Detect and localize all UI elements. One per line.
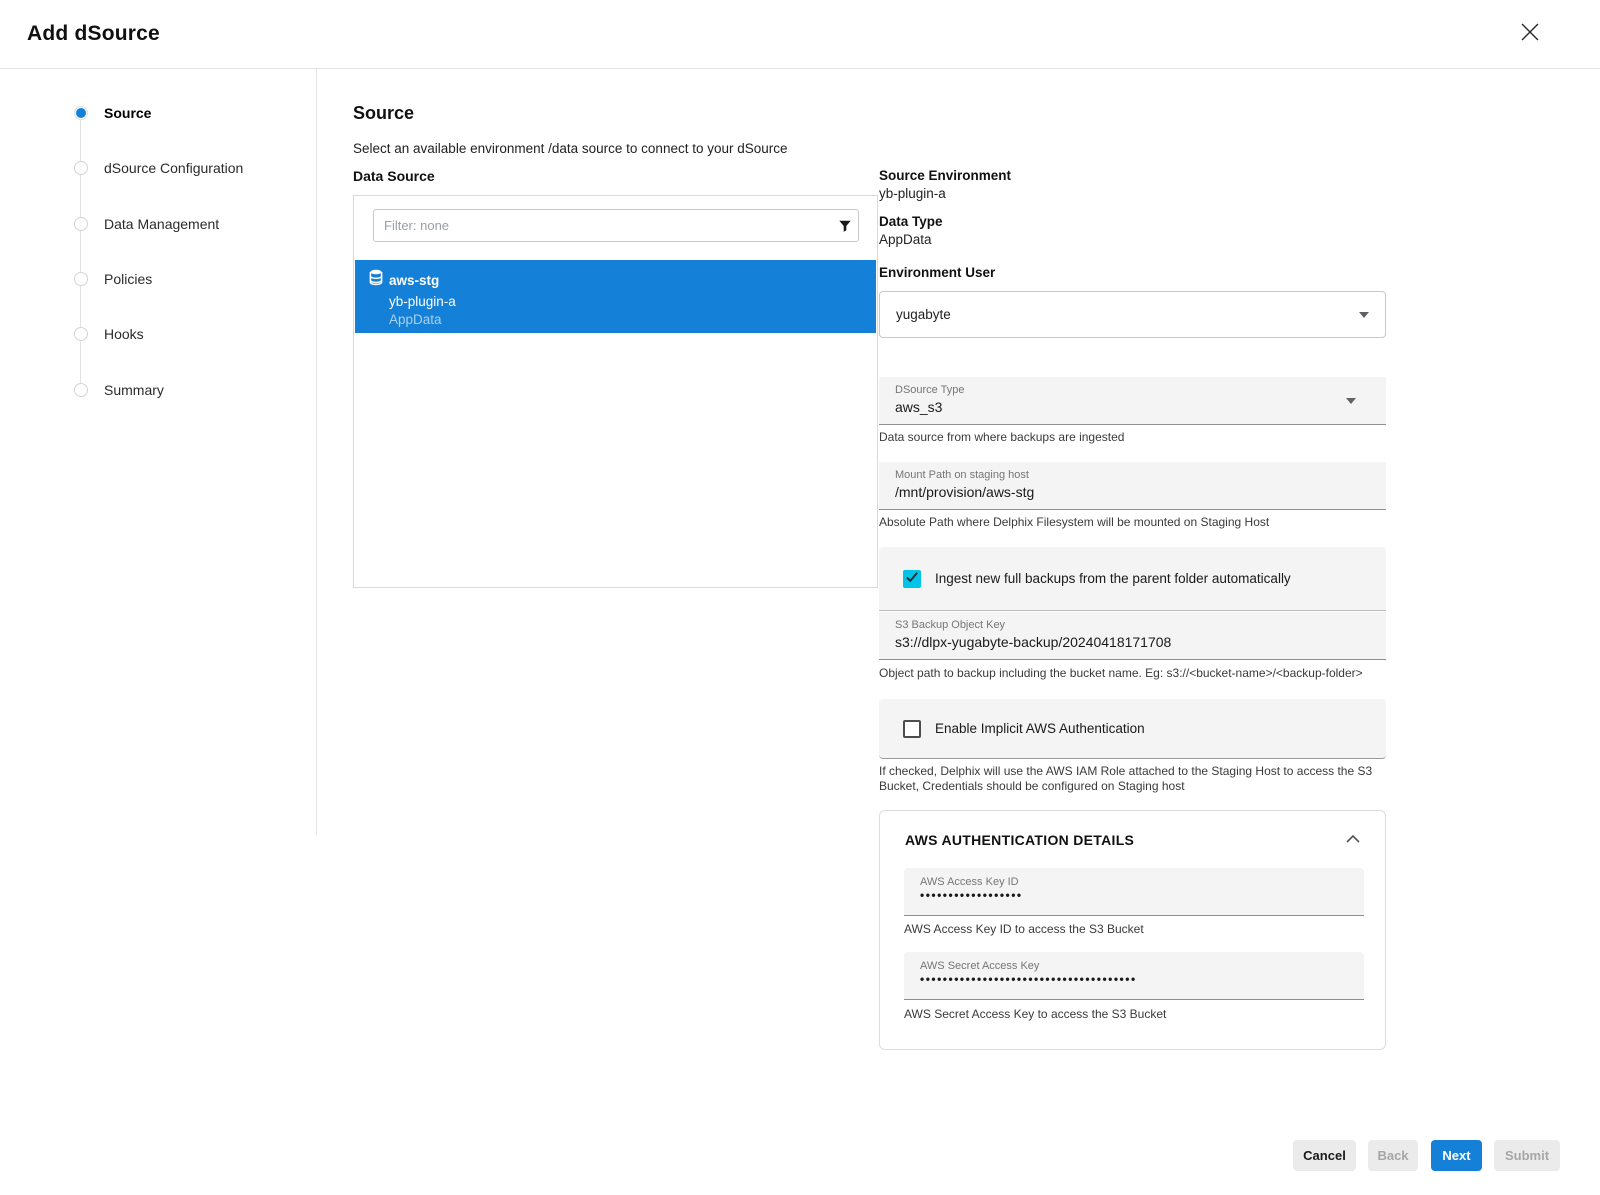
environment-user-select[interactable]: yugabyte [879,291,1386,338]
stepper-connector [80,113,81,390]
dsource-type-value: aws_s3 [895,399,1372,415]
chevron-down-icon [1359,312,1369,318]
step-dot-data-management [74,217,88,231]
step-dot-hooks [74,327,88,341]
database-icon [369,269,383,291]
mount-path-value: /mnt/provision/aws-stg [895,484,1372,500]
data-source-type: AppData [389,312,876,327]
add-dsource-dialog: Add dSource Source dSource Configuration… [0,0,1600,1195]
mount-path-field[interactable]: Mount Path on staging host /mnt/provisio… [879,462,1386,510]
implicit-auth-row: Enable Implicit AWS Authentication [879,699,1386,759]
data-type-value: AppData [879,232,932,247]
source-environment-value: yb-plugin-a [879,186,946,201]
aws-access-key-label: AWS Access Key ID [920,876,1350,888]
dsource-type-select[interactable]: DSource Type aws_s3 [879,377,1386,425]
next-button[interactable]: Next [1431,1140,1482,1171]
mount-path-helper: Absolute Path where Delphix Filesystem w… [879,515,1391,530]
chevron-down-icon [1346,398,1356,404]
mount-path-label: Mount Path on staging host [895,469,1372,481]
environment-user-label: Environment User [879,265,995,280]
aws-access-key-field[interactable]: AWS Access Key ID •••••••••••••••••• [904,868,1364,916]
source-environment-label: Source Environment [879,168,1011,183]
aws-secret-key-value: •••••••••••••••••••••••••••••••••••••• [920,972,1350,986]
data-source-label: Data Source [353,168,435,184]
implicit-auth-helper: If checked, Delphix will use the AWS IAM… [879,764,1391,794]
back-button[interactable]: Back [1368,1140,1418,1171]
sidebar-item-hooks[interactable]: Hooks [104,326,144,342]
page-description: Select an available environment /data so… [353,141,788,156]
sidebar-item-data-management[interactable]: Data Management [104,216,219,232]
filter-icon[interactable] [832,219,858,233]
aws-access-key-value: •••••••••••••••••• [920,888,1350,902]
ingest-checkbox[interactable] [903,570,921,588]
environment-user-value: yugabyte [880,307,1359,322]
step-dot-source [74,106,88,120]
s3-key-value: s3://dlpx-yugabyte-backup/20240418171708 [895,634,1372,650]
aws-access-key-helper: AWS Access Key ID to access the S3 Bucke… [904,922,1144,936]
submit-button[interactable]: Submit [1494,1140,1560,1171]
aws-secret-key-helper: AWS Secret Access Key to access the S3 B… [904,1007,1166,1021]
close-icon [1519,21,1541,48]
wizard-stepper: Source dSource Configuration Data Manage… [0,69,317,835]
filter-input[interactable] [374,218,832,233]
aws-auth-card: AWS AUTHENTICATION DETAILS AWS Access Ke… [879,810,1386,1050]
sidebar-item-policies[interactable]: Policies [104,271,152,287]
aws-secret-key-label: AWS Secret Access Key [920,960,1350,972]
s3-key-helper: Object path to backup including the buck… [879,666,1391,681]
check-icon [905,570,919,588]
filter-field [373,209,859,242]
step-dot-policies [74,272,88,286]
sidebar-item-summary[interactable]: Summary [104,382,164,398]
cancel-button[interactable]: Cancel [1293,1140,1356,1171]
dsource-type-helper: Data source from where backups are inges… [879,430,1391,445]
dsource-type-label: DSource Type [895,384,1372,396]
step-dot-dsource-configuration [74,161,88,175]
data-source-panel: aws-stg yb-plugin-a AppData [353,195,878,588]
close-button[interactable] [1516,20,1544,48]
data-type-label: Data Type [879,214,943,229]
implicit-auth-checkbox[interactable] [903,720,921,738]
sidebar-item-source[interactable]: Source [104,105,151,121]
aws-secret-key-field[interactable]: AWS Secret Access Key ••••••••••••••••••… [904,952,1364,1000]
implicit-auth-label: Enable Implicit AWS Authentication [935,721,1145,736]
page-title: Source [353,103,414,124]
dialog-header: Add dSource [0,0,1600,69]
data-source-name: aws-stg [389,273,439,288]
ingest-checkbox-label: Ingest new full backups from the parent … [935,571,1291,586]
dialog-title: Add dSource [27,22,160,46]
sidebar-item-dsource-configuration[interactable]: dSource Configuration [104,160,243,176]
aws-auth-heading: AWS AUTHENTICATION DETAILS [905,832,1134,848]
step-dot-summary [74,383,88,397]
data-source-list-item[interactable]: aws-stg yb-plugin-a AppData [355,260,876,333]
ingest-checkbox-row: Ingest new full backups from the parent … [879,547,1386,611]
data-source-environment: yb-plugin-a [389,294,876,309]
s3-key-field[interactable]: S3 Backup Object Key s3://dlpx-yugabyte-… [879,612,1386,660]
chevron-up-icon[interactable] [1345,831,1363,845]
s3-key-label: S3 Backup Object Key [895,619,1372,631]
